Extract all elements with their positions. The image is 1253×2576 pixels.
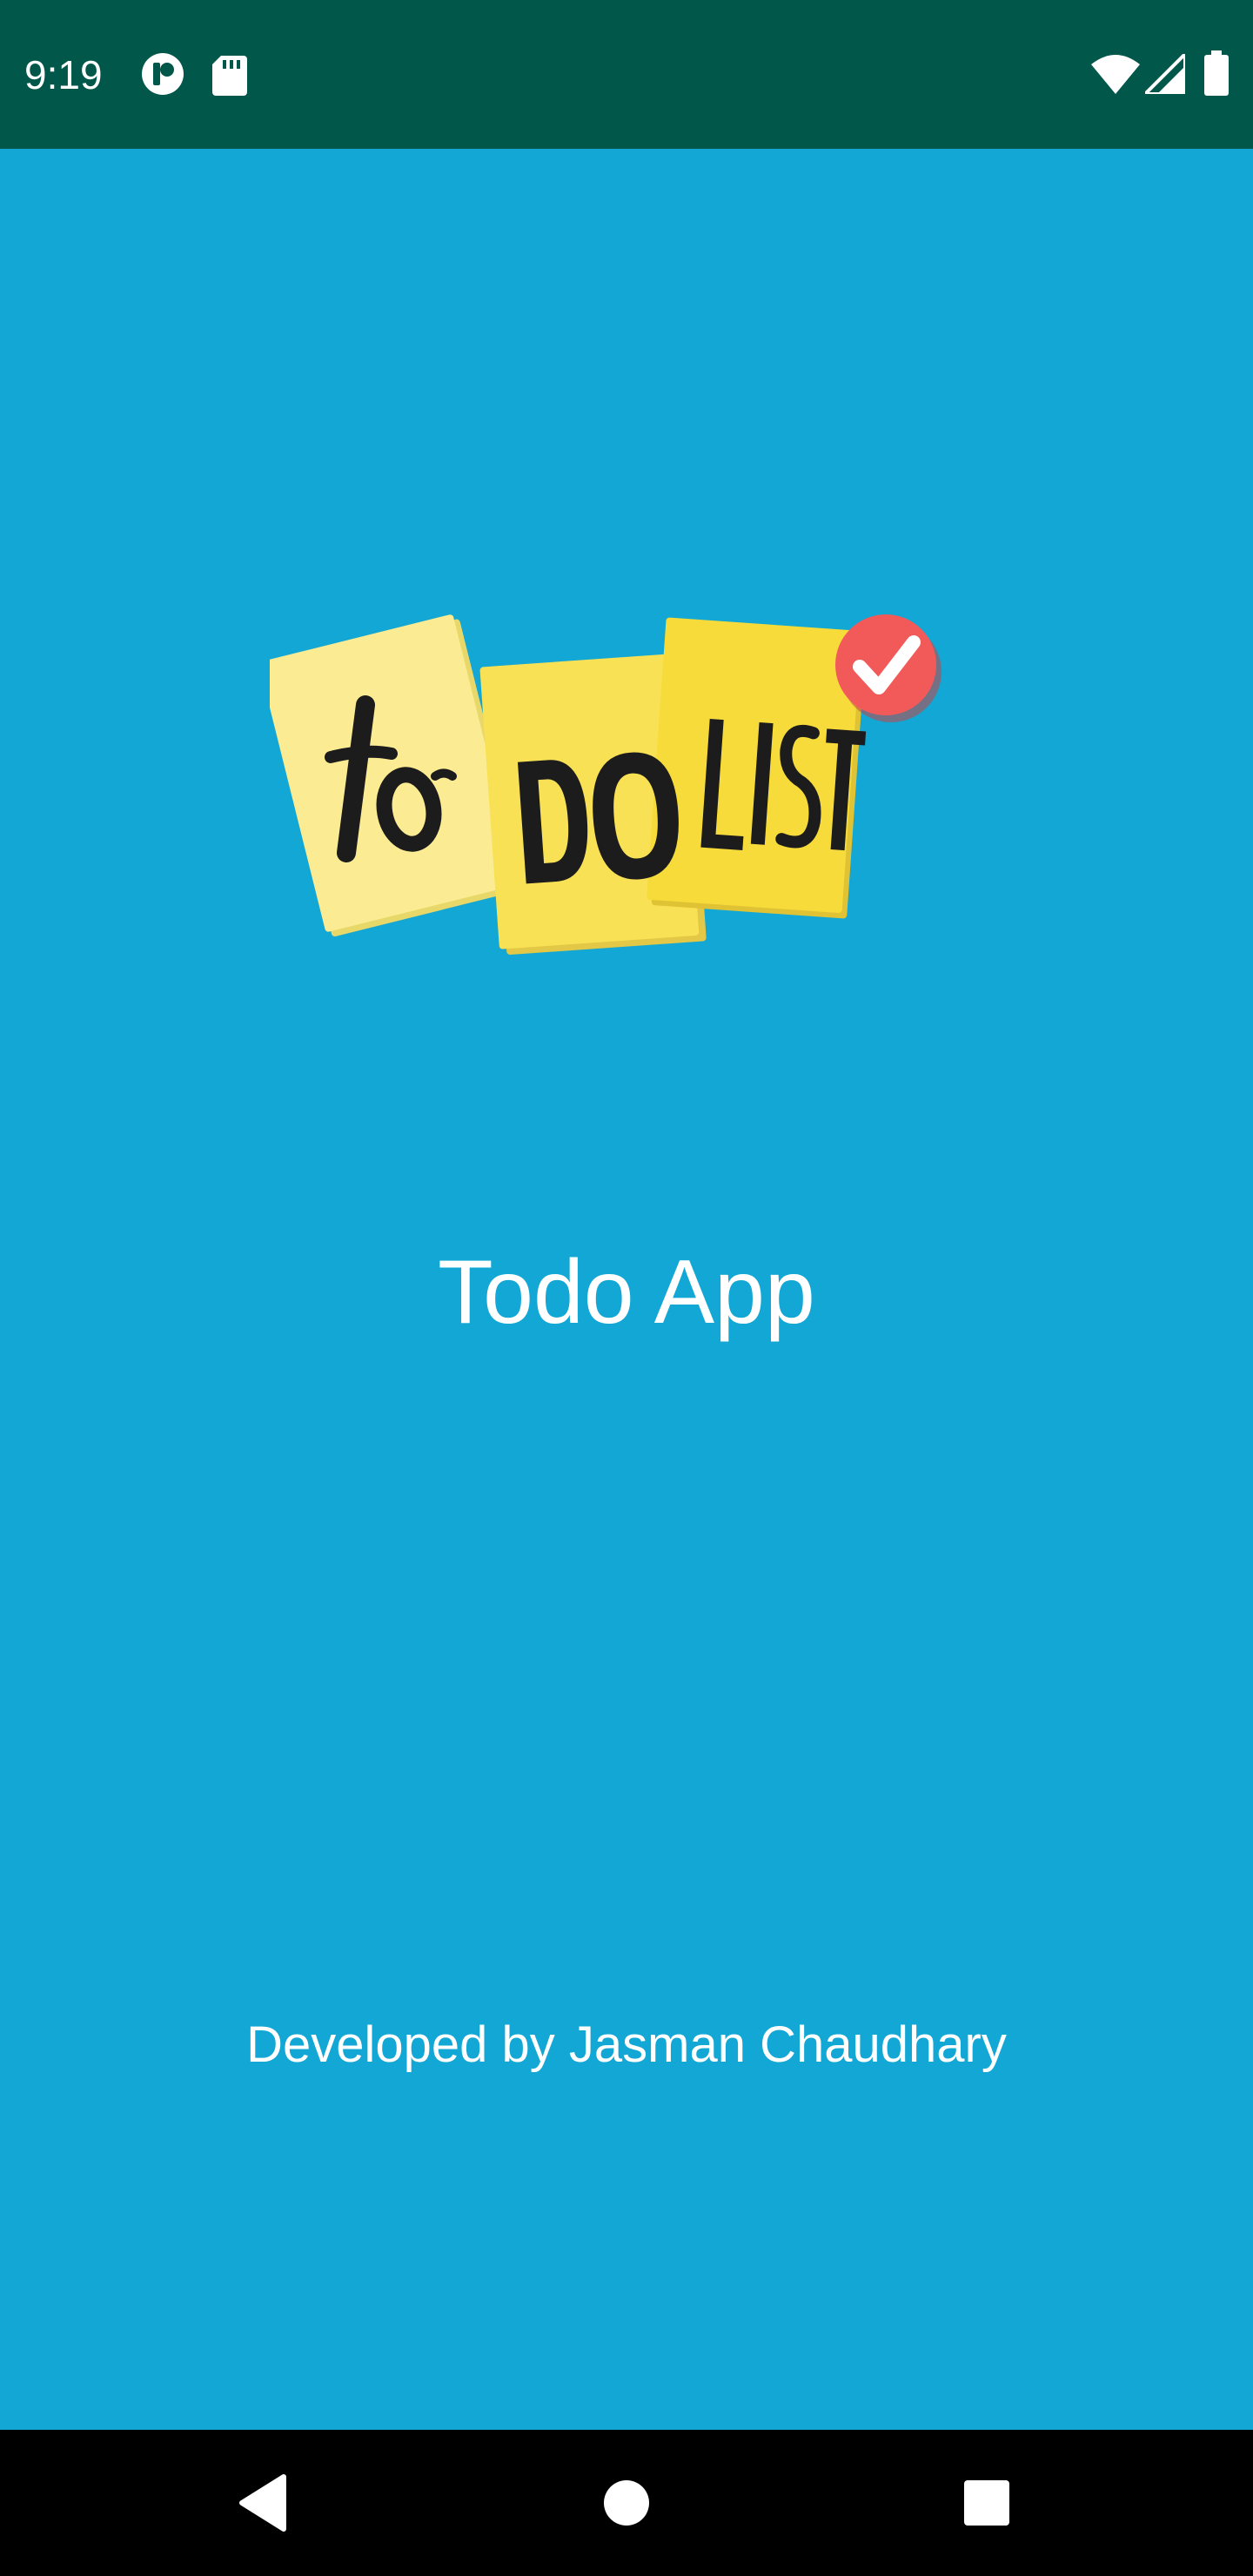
wifi-icon <box>1091 55 1140 94</box>
status-time: 9:19 <box>24 52 103 97</box>
app-title: Todo App <box>438 1242 815 1343</box>
recents-icon[interactable] <box>943 2459 1030 2546</box>
navigation-bar <box>0 2430 1253 2576</box>
cellular-signal-icon <box>1145 54 1185 94</box>
status-bar: 9:19 <box>0 0 1253 149</box>
battery-icon <box>1204 50 1229 96</box>
back-icon[interactable] <box>219 2459 306 2546</box>
todo-list-logo <box>270 614 941 955</box>
sd-card-icon <box>212 56 247 96</box>
developer-credit: Developed by Jasman Chaudhary <box>246 2016 1007 2073</box>
home-icon[interactable] <box>583 2459 670 2546</box>
app-notification-icon <box>142 53 184 95</box>
splash-screen: 9:19 Todo App Developed by Jasman Chaudh… <box>0 0 1253 2576</box>
